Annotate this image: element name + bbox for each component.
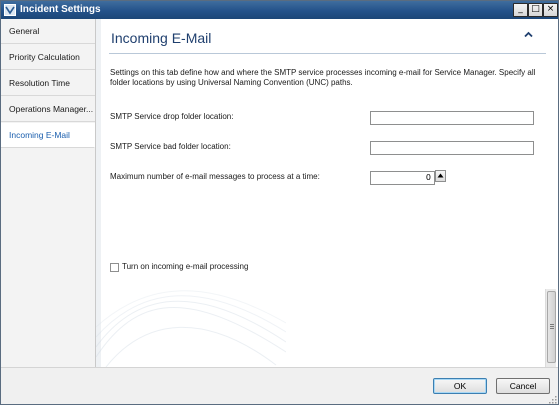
close-icon: ×: [546, 4, 555, 14]
app-icon: [4, 4, 16, 16]
maximize-button[interactable]: □: [528, 3, 543, 17]
chevron-up-icon[interactable]: [524, 31, 533, 38]
dialog-footer: OK Cancel: [1, 367, 558, 404]
settings-panel: Incoming E-Mail Settings on this tab def…: [96, 19, 558, 367]
incident-settings-dialog: Incident Settings _ □ × General Priority…: [0, 0, 559, 405]
grip-line: [550, 326, 554, 327]
drop-folder-input[interactable]: [370, 111, 534, 125]
close-button[interactable]: ×: [543, 3, 558, 17]
grip-line: [550, 328, 554, 329]
cancel-button[interactable]: Cancel: [496, 378, 550, 394]
drop-folder-label: SMTP Service drop folder location:: [110, 112, 234, 121]
maximize-icon: □: [531, 4, 540, 14]
max-messages-label: Maximum number of e-mail messages to pro…: [110, 172, 320, 181]
incoming-email-checkbox[interactable]: [110, 263, 119, 272]
section-description: Settings on this tab define how and wher…: [110, 68, 536, 87]
minimize-button[interactable]: _: [513, 3, 528, 17]
settings-nav: General Priority Calculation Resolution …: [1, 19, 96, 367]
spin-up-icon: [437, 173, 444, 178]
section-divider: [109, 53, 546, 54]
max-messages-input[interactable]: 0: [370, 171, 435, 185]
grip-line: [550, 324, 554, 325]
ok-button[interactable]: OK: [433, 378, 487, 394]
window-title: Incident Settings: [20, 4, 101, 15]
bad-folder-label: SMTP Service bad folder location:: [110, 142, 231, 151]
resize-grip-icon[interactable]: [548, 395, 557, 404]
scroll-thumb[interactable]: [547, 291, 556, 363]
max-messages-spinner[interactable]: [435, 170, 446, 182]
bad-folder-input[interactable]: [370, 141, 534, 155]
nav-item-operations-manager[interactable]: Operations Manager...: [1, 97, 95, 122]
minimize-icon: _: [518, 4, 523, 14]
vertical-scrollbar[interactable]: [545, 289, 556, 367]
title-bar[interactable]: Incident Settings _ □ ×: [1, 1, 558, 19]
decorative-swirl: [96, 290, 286, 367]
nav-item-general[interactable]: General: [1, 19, 95, 44]
nav-item-resolution-time[interactable]: Resolution Time: [1, 71, 95, 96]
incoming-email-checkbox-label[interactable]: Turn on incoming e-mail processing: [122, 262, 248, 271]
nav-item-priority-calculation[interactable]: Priority Calculation: [1, 45, 95, 70]
nav-item-incoming-email[interactable]: Incoming E-Mail: [1, 123, 95, 148]
section-title: Incoming E-Mail: [111, 30, 212, 46]
